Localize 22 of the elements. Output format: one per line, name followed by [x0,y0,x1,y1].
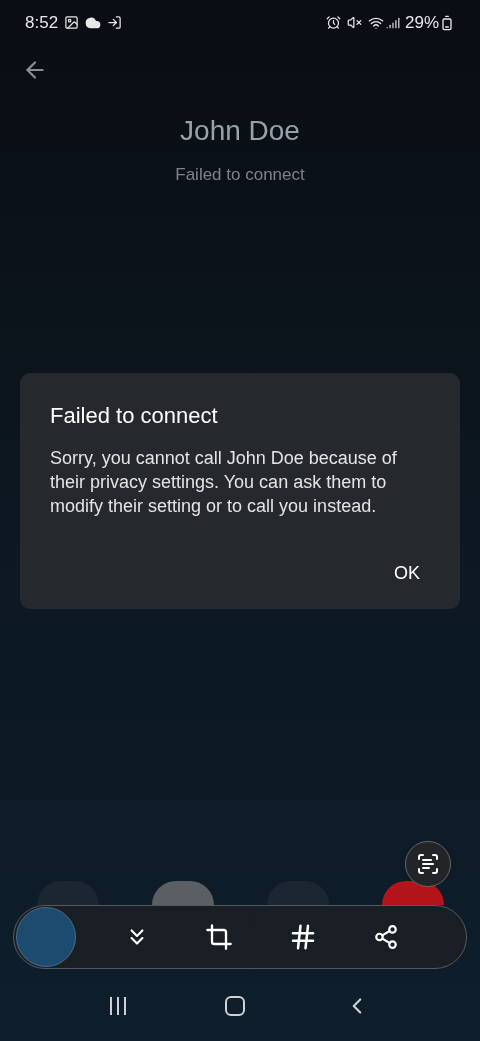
contact-name: John Doe [180,114,300,148]
share-button[interactable] [372,922,399,952]
crop-icon [204,923,233,951]
clock-time: 8:52 [25,11,59,34]
call-status: Failed to connect [175,164,305,186]
image-icon [64,15,80,30]
battery-percent: 29% [404,11,439,34]
call-control-button[interactable] [151,881,214,905]
crop-edit-button[interactable] [204,922,233,952]
dialog-title: Failed to connect [50,401,219,430]
scan-text-icon [416,852,440,876]
ok-button[interactable]: OK [384,555,430,591]
alarm-icon [325,15,341,30]
dialog-message: Sorry, you cannot call John Doe because of their privacy settings. You can ask them to modify their setting or to call you instead. [50,446,398,518]
signal-icon [385,15,400,30]
mute-icon [346,15,362,30]
extract-text-button[interactable] [405,841,451,887]
battery-icon [439,14,455,31]
capture-preview-button[interactable] [16,907,76,967]
home-button[interactable] [225,996,245,1016]
share-icon [372,924,399,950]
recent-apps-button[interactable] [109,997,126,1015]
